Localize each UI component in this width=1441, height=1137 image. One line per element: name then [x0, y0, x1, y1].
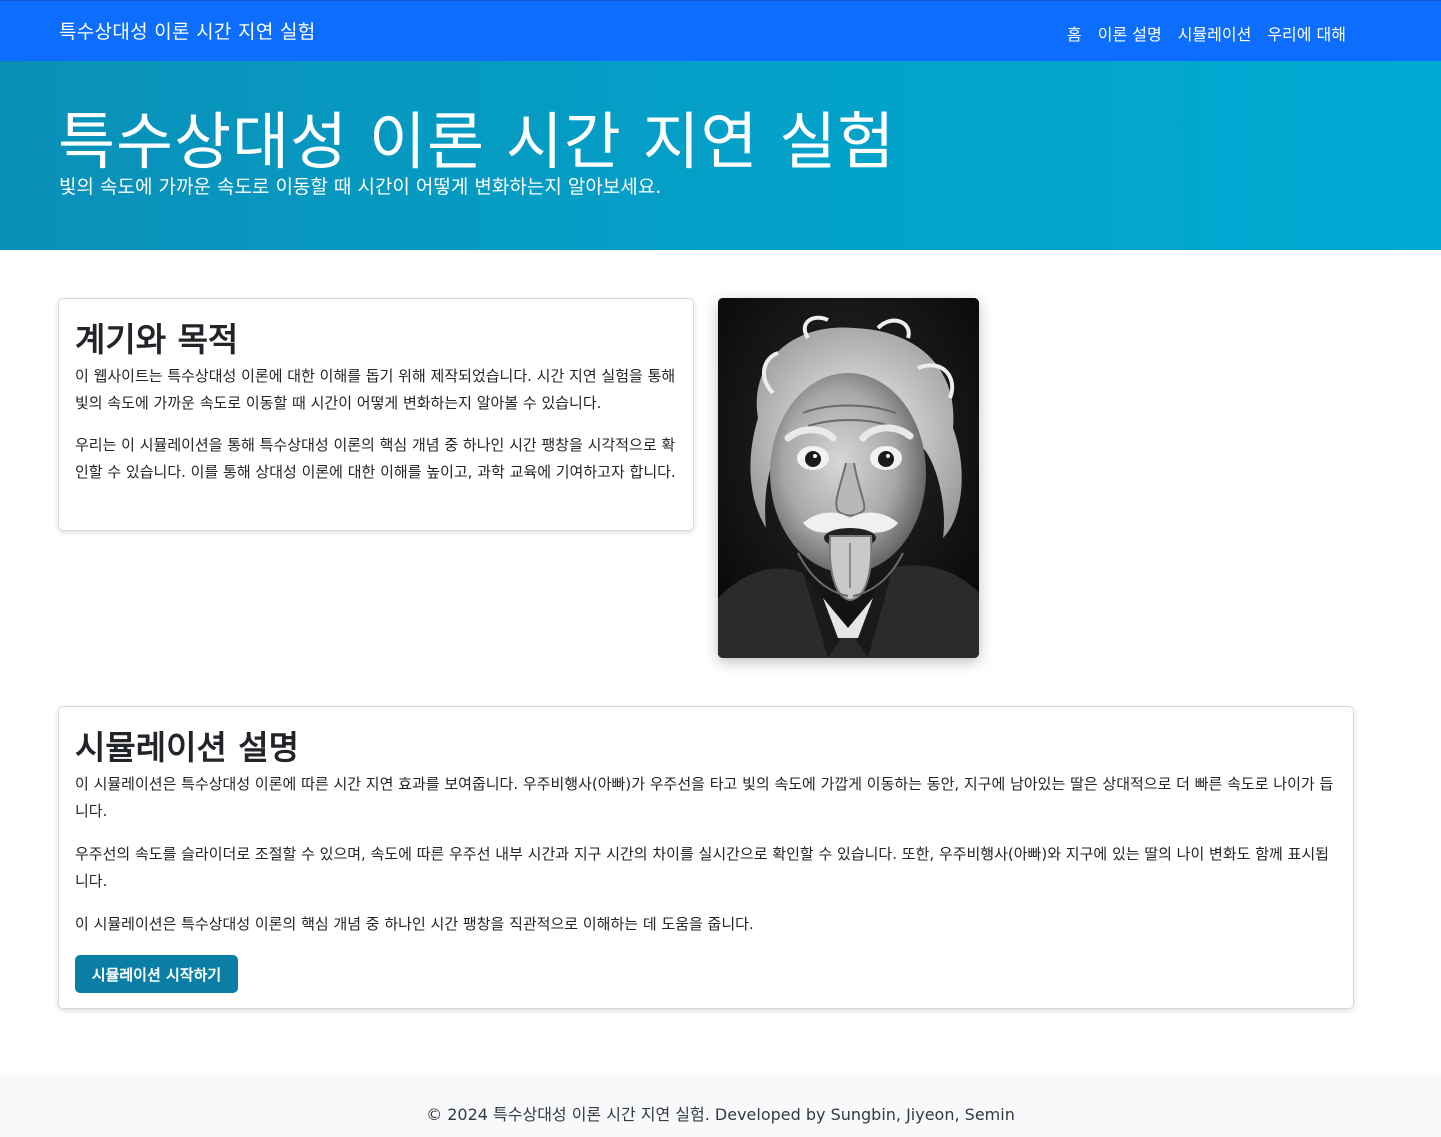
nav-link-theory[interactable]: 이론 설명 — [1098, 21, 1162, 45]
simulation-card: 시뮬레이션 설명 이 시뮬레이션은 특수상대성 이론에 따른 시간 지연 효과를… — [58, 706, 1354, 1009]
motivation-title: 계기와 목적 — [75, 320, 239, 359]
hero-subtitle: 빛의 속도에 가까운 속도로 이동할 때 시간이 어떻게 변화하는지 알아보세요… — [59, 176, 662, 198]
motivation-paragraph: 우리는 이 시뮬레이션을 통해 특수상대성 이론의 핵심 개념 중 하나인 시간… — [75, 436, 676, 481]
simulation-paragraph: 이 시뮬레이션은 특수상대성 이론의 핵심 개념 중 하나인 시간 팽창을 직관… — [75, 915, 754, 933]
hero-title: 특수상대성 이론 시간 지연 실험 — [58, 105, 896, 178]
navbar-brand[interactable]: 특수상대성 이론 시간 지연 실험 — [59, 17, 316, 44]
hero-banner: 특수상대성 이론 시간 지연 실험 빛의 속도에 가까운 속도로 이동할 때 시… — [0, 61, 1441, 250]
nav-link-simulation[interactable]: 시뮬레이션 — [1178, 21, 1252, 45]
simulation-paragraph: 이 시뮬레이션은 특수상대성 이론에 따른 시간 지연 효과를 보여줍니다. 우… — [75, 775, 1334, 820]
nav-link-about[interactable]: 우리에 대해 — [1267, 21, 1346, 45]
start-simulation-button[interactable]: 시뮬레이션 시작하기 — [75, 955, 238, 993]
nav-link-home[interactable]: 홈 — [1067, 21, 1082, 45]
motivation-paragraph: 이 웹사이트는 특수상대성 이론에 대한 이해를 돕기 위해 제작되었습니다. … — [75, 367, 676, 412]
motivation-card: 계기와 목적 이 웹사이트는 특수상대성 이론에 대한 이해를 돕기 위해 제작… — [58, 298, 694, 531]
simulation-title: 시뮬레이션 설명 — [75, 728, 300, 767]
page-footer: © 2024 특수상대성 이론 시간 지연 실험. Developed by S… — [0, 1073, 1441, 1137]
simulation-paragraph: 우주선의 속도를 슬라이더로 조절할 수 있으며, 속도에 따른 우주선 내부 … — [75, 845, 1329, 890]
scientist-portrait-image — [718, 298, 979, 658]
nav-links: 홈 이론 설명 시뮬레이션 우리에 대해 — [1067, 21, 1346, 45]
footer-copyright: © 2024 특수상대성 이론 시간 지연 실험. Developed by S… — [426, 1105, 1015, 1124]
top-navbar: 특수상대성 이론 시간 지연 실험 홈 이론 설명 시뮬레이션 우리에 대해 — [0, 0, 1441, 61]
